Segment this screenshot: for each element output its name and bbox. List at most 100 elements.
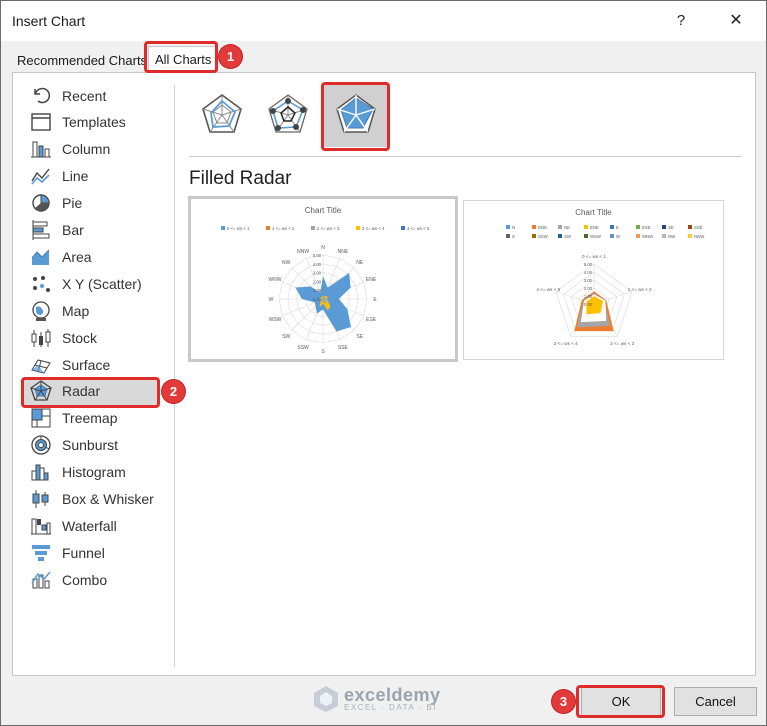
sidebar-item-map[interactable]: Map [24,297,174,324]
legend-swatch [311,226,315,230]
tab-recommended-charts[interactable]: Recommended Charts [17,50,147,72]
radar-axis-label: W [269,297,274,303]
radar-axis-label: SE [356,334,363,340]
sidebar-item-label: Stock [62,329,98,346]
legend-entry: ESE [642,225,651,230]
waterfall-chart-icon [29,515,53,537]
sidebar-item-line[interactable]: Line [24,163,174,190]
radar-axis-label: WNW [268,277,281,283]
step-badge-3: 3 [552,690,575,713]
watermark-tagline: EXCEL · DATA · BI [344,703,437,712]
subtype-filled-radar[interactable] [324,83,388,147]
step-badge-2: 2 [162,380,185,403]
ok-button[interactable]: OK [581,687,661,716]
legend-entry: SE [668,225,674,230]
radar-tick-label: 5.00 [584,262,593,267]
legend-entry: 4 <= ws < 5 [407,226,430,231]
radar-axis-label: 0 <= ws < 1 [582,254,606,259]
sidebar-item-label: Surface [62,356,111,373]
sidebar-item-histogram[interactable]: Histogram [24,459,174,486]
sidebar-item-label: Map [62,302,90,319]
legend-entry: 2 <= ws < 3 [317,226,340,231]
sidebar-item-label: Funnel [62,544,105,561]
sidebar-item-label: Waterfall [62,517,117,534]
legend-swatch [506,225,510,229]
radar-tick-label: 4.00 [313,262,322,267]
legend-entry: NNW [694,234,705,239]
legend-entry: E [616,225,619,230]
radar-axis-label: SSW [297,345,309,351]
legend-swatch [688,234,692,238]
legend-entry: 0 <= ws < 1 [227,226,250,231]
combo-chart-icon [29,569,53,591]
watermark-name: exceldemy [344,685,441,705]
stock-chart-icon [29,327,53,349]
sidebar-item-area[interactable]: Area [24,243,174,270]
sidebar-item-templates[interactable]: Templates [24,109,174,136]
legend-entry: NNE [538,225,547,230]
sidebar-item-label: Treemap [62,410,118,427]
tab-all-charts[interactable]: All Charts [148,46,219,72]
sidebar-item-x-y-scatter[interactable]: X Y (Scatter) [24,270,174,297]
radar-tick-label: 1.00 [584,294,593,299]
radar-axis-label: N [321,245,325,251]
legend-swatch [662,225,666,229]
sidebar-item-label: Area [62,248,92,265]
sidebar-item-waterfall[interactable]: Waterfall [24,512,174,539]
sidebar-item-radar[interactable]: Radar [24,377,157,405]
sidebar-item-column[interactable]: Column [24,136,174,163]
column-chart-icon [29,138,53,160]
pie-chart-icon [29,192,53,214]
templates-icon [29,111,53,133]
sidebar-item-bar[interactable]: Bar [24,217,174,244]
radar-axis-label: E [373,297,377,303]
close-button[interactable]: ✕ [721,9,751,33]
sidebar-item-combo[interactable]: Combo [24,566,174,593]
radar-tick-label: 0.00 [313,297,322,302]
sidebar-item-label: Line [62,168,89,185]
sidebar-item-recent[interactable]: Recent [24,82,174,109]
sidebar-item-stock[interactable]: Stock [24,324,174,351]
radar-axis-label: NE [356,260,364,266]
radar-tick-label: 3.00 [313,271,322,276]
sidebar-item-label: Column [62,141,111,158]
sidebar-item-surface[interactable]: Surface [24,351,174,378]
radar-tick-label: 0.00 [584,302,593,307]
help-button[interactable]: ? [669,9,693,33]
legend-swatch [636,234,640,238]
sunburst-chart-icon [29,434,53,456]
legend-swatch [356,226,360,230]
scatter-chart-icon [29,273,53,295]
legend-entry: ENE [590,225,599,230]
sidebar-item-box-whisker[interactable]: Box & Whisker [24,486,174,513]
legend-entry: W [616,234,621,239]
radar-tick-label: 3.00 [584,278,593,283]
subtype-radar-with-markers[interactable] [256,83,320,147]
sidebar-item-treemap[interactable]: Treemap [24,405,174,432]
legend-swatch [662,234,666,238]
preview-filled-radar-series-by-direction[interactable]: Chart Title N NNE NE ENE E ESE SE SSE S SSW SW WSW W W… [463,200,724,360]
map-chart-icon [29,300,53,322]
radar-tick-label: 5.00 [313,253,322,258]
sidebar-item-funnel[interactable]: Funnel [24,539,174,566]
radar-chart-icon [29,380,53,402]
dialog-title: Insert Chart [12,13,86,29]
radar-axis-label: S [321,349,325,355]
area-chart-icon [29,246,53,268]
sidebar-item-pie[interactable]: Pie [24,190,174,217]
legend-entry: SSW [538,234,549,239]
surface-chart-icon [29,354,53,376]
radar-axis-label: 3 <= ws < 4 [554,341,578,346]
legend-swatch [636,225,640,229]
legend-swatch [221,226,225,230]
subtype-radar[interactable] [190,83,254,147]
preview-filled-radar-series-by-speed[interactable]: Chart Title 0 <= ws < 1 1 <= ws < 2 2 <= ws… [188,196,458,362]
subtype-divider [189,156,742,157]
treemap-chart-icon [29,407,53,429]
legend-swatch [532,225,536,229]
sidebar-item-sunburst[interactable]: Sunburst [24,432,174,459]
cancel-button[interactable]: Cancel [674,687,757,716]
legend-swatch [401,226,405,230]
title-bar: Insert Chart ? ✕ [1,1,766,41]
recent-icon [29,85,53,107]
